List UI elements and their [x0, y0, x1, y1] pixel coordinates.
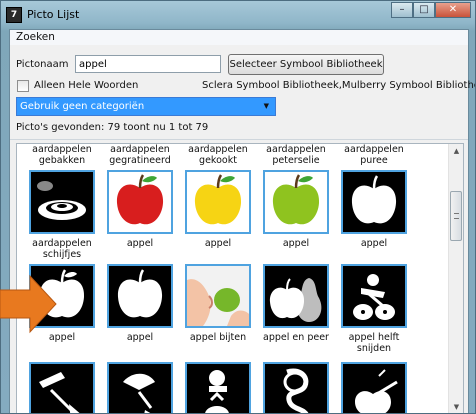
picto-caption: aardappelen gekookt: [188, 144, 248, 166]
scroll-down-icon[interactable]: ▼: [449, 400, 463, 413]
red-apple-icon: [107, 170, 173, 234]
potato-slices-icon: [29, 170, 95, 234]
results-summary: Picto's gevonden: 79 toont nu 1 tot 79: [16, 122, 209, 133]
cut-apple-icon: [341, 264, 407, 328]
picto-caption: appel: [360, 238, 388, 249]
white-apple-outline-icon: [107, 264, 173, 328]
pictonaam-label: Pictonaam: [16, 59, 69, 70]
window-controls: – □ ✕: [391, 2, 471, 18]
picto-caption: appel helft snijden: [348, 332, 400, 354]
category-select-value: Gebruik geen categoriën: [20, 101, 145, 112]
selected-libraries-text: Sclera Symbool Bibliotheek,Mulberry Symb…: [202, 80, 476, 91]
scroll-up-icon[interactable]: ▲: [449, 144, 463, 159]
picto-caption: aardappelen gebakken: [32, 144, 92, 166]
menu-bar: Zoeken: [10, 30, 468, 45]
picto-caption: appel: [126, 332, 154, 343]
picto-caption: appel bijten: [189, 332, 247, 343]
peel-apple-icon: [29, 362, 95, 413]
app-icon: 7: [6, 7, 22, 23]
orange-arrow-icon: [0, 274, 57, 334]
yellow-apple-icon: [185, 170, 251, 234]
category-select[interactable]: Gebruik geen categoriën ▼: [16, 97, 276, 116]
picto-caption: appel en peer: [263, 332, 329, 343]
scrollbar-thumb[interactable]: [450, 191, 462, 241]
chevron-down-icon: ▼: [263, 102, 269, 110]
grip-icon: [454, 213, 459, 219]
picto-caption: aardappelen peterselie: [266, 144, 326, 166]
picto-grid: aardappelen gebakken aardappelen gegrati…: [16, 143, 464, 413]
apple-knife-icon: [341, 362, 407, 413]
white-apple-icon: [341, 170, 407, 234]
menu-item-zoeken[interactable]: Zoeken: [16, 31, 55, 43]
window-title: Picto Lijst: [27, 8, 80, 21]
picto-caption: appel: [126, 238, 154, 249]
close-button[interactable]: ✕: [435, 2, 471, 18]
minimize-button[interactable]: –: [391, 2, 413, 18]
vertical-scrollbar[interactable]: ▲ ▼: [448, 144, 463, 413]
select-library-button[interactable]: Selecteer Symbool Bibliotheek: [228, 54, 384, 75]
apple-peel-spiral-icon: [263, 362, 329, 413]
whole-words-checkbox[interactable]: [17, 80, 29, 92]
bite-apple-icon: [185, 264, 251, 328]
picto-caption: aardappelen gegratineerd: [109, 144, 171, 166]
green-apple-icon: [263, 170, 329, 234]
title-bar[interactable]: 7 Picto Lijst – □ ✕: [1, 1, 475, 29]
picto-caption: appel: [282, 238, 310, 249]
slice-apple-icon: [107, 362, 173, 413]
picto-caption: aardappelen puree: [344, 144, 404, 166]
maximize-button[interactable]: □: [413, 2, 435, 18]
divider: [10, 139, 468, 140]
picto-list-window: 7 Picto Lijst – □ ✕ Zoeken Pictonaam Sel…: [0, 0, 476, 414]
picto-caption: appel: [204, 238, 232, 249]
whole-words-label: Alleen Hele Woorden: [34, 80, 139, 91]
picto-caption: aardappelen schijfjes: [32, 238, 92, 260]
pictonaam-input[interactable]: [75, 55, 221, 73]
client-area: Zoeken Pictonaam Selecteer Symbool Bibli…: [9, 29, 475, 413]
core-apple-icon: [185, 362, 251, 413]
apple-and-pear-icon: [263, 264, 329, 328]
